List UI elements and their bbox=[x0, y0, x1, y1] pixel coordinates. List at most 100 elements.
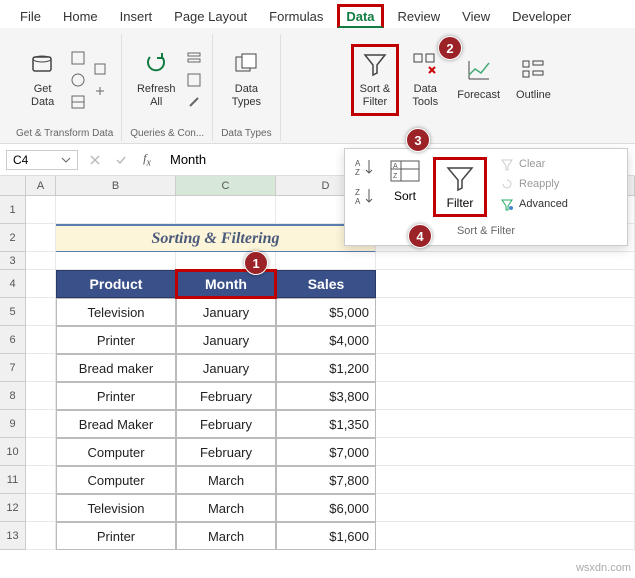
fx-icon[interactable]: fx bbox=[138, 151, 156, 169]
header-sales[interactable]: Sales bbox=[276, 270, 376, 298]
filter-button[interactable]: Filter bbox=[433, 157, 487, 217]
row-header[interactable]: 5 bbox=[0, 298, 26, 326]
forecast-button[interactable]: Forecast bbox=[451, 53, 506, 106]
row-header[interactable]: 1 bbox=[0, 196, 26, 224]
cell-sales[interactable]: $5,000 bbox=[276, 298, 376, 326]
menu-view[interactable]: View bbox=[452, 5, 500, 28]
dropdown-group-label: Sort & Filter bbox=[353, 225, 619, 237]
cell-product[interactable]: Printer bbox=[56, 522, 176, 550]
cell-product[interactable]: Bread Maker bbox=[56, 410, 176, 438]
from-text-icon[interactable] bbox=[69, 49, 87, 67]
table-row: 13 Printer March $1,600 bbox=[0, 522, 635, 550]
refresh-all-button[interactable]: Refresh All bbox=[131, 47, 182, 113]
clear-filter: Clear bbox=[499, 157, 568, 171]
cell-sales[interactable]: $7,000 bbox=[276, 438, 376, 466]
cell-sales[interactable]: $1,200 bbox=[276, 354, 376, 382]
sort-button[interactable]: AZ Sort bbox=[389, 157, 421, 203]
cell-month[interactable]: March bbox=[176, 494, 276, 522]
sort-az-icon[interactable]: AZ bbox=[353, 157, 377, 180]
row-header[interactable]: 2 bbox=[0, 224, 26, 252]
cell-product[interactable]: Printer bbox=[56, 326, 176, 354]
sort-filter-dropdown: AZ ZA AZ Sort Filter Clear Reapply Advan… bbox=[344, 148, 628, 246]
svg-text:Z: Z bbox=[393, 173, 398, 180]
cell-sales[interactable]: $3,800 bbox=[276, 382, 376, 410]
formula-input[interactable]: Month bbox=[164, 152, 206, 167]
cell-product[interactable]: Printer bbox=[56, 382, 176, 410]
queries-icon[interactable] bbox=[185, 49, 203, 67]
advanced-filter[interactable]: Advanced bbox=[499, 197, 568, 211]
cell-month[interactable]: January bbox=[176, 298, 276, 326]
clear-icon bbox=[499, 157, 515, 171]
header-product[interactable]: Product bbox=[56, 270, 176, 298]
header-month[interactable]: Month bbox=[176, 270, 276, 298]
row-header[interactable]: 4 bbox=[0, 270, 26, 298]
svg-text:Z: Z bbox=[355, 168, 360, 177]
edit-links-icon[interactable] bbox=[185, 93, 203, 111]
col-B[interactable]: B bbox=[56, 176, 176, 195]
row-header[interactable]: 6 bbox=[0, 326, 26, 354]
reapply-icon bbox=[499, 177, 515, 191]
row-header[interactable]: 13 bbox=[0, 522, 26, 550]
cell-month[interactable]: February bbox=[176, 410, 276, 438]
cell-product[interactable]: Computer bbox=[56, 438, 176, 466]
menu-data[interactable]: Data bbox=[337, 4, 383, 28]
menu-review[interactable]: Review bbox=[388, 5, 451, 28]
row-header[interactable]: 7 bbox=[0, 354, 26, 382]
col-C[interactable]: C bbox=[176, 176, 276, 195]
cell-month[interactable]: January bbox=[176, 326, 276, 354]
cell-month[interactable]: March bbox=[176, 522, 276, 550]
from-range-icon[interactable] bbox=[69, 93, 87, 111]
menu-home[interactable]: Home bbox=[53, 5, 108, 28]
funnel-icon bbox=[444, 164, 476, 192]
cell-sales[interactable]: $7,800 bbox=[276, 466, 376, 494]
funnel-icon bbox=[361, 51, 389, 79]
row-header[interactable]: 11 bbox=[0, 466, 26, 494]
row-header[interactable]: 3 bbox=[0, 252, 26, 270]
col-A[interactable]: A bbox=[26, 176, 56, 195]
cell-sales[interactable]: $6,000 bbox=[276, 494, 376, 522]
menu-file[interactable]: File bbox=[10, 5, 51, 28]
cell-product[interactable]: Bread maker bbox=[56, 354, 176, 382]
name-box[interactable]: C4 bbox=[6, 150, 78, 170]
cell-product[interactable]: Television bbox=[56, 298, 176, 326]
menu-insert[interactable]: Insert bbox=[110, 5, 163, 28]
cell-month[interactable]: January bbox=[176, 354, 276, 382]
properties-icon[interactable] bbox=[185, 71, 203, 89]
watermark: wsxdn.com bbox=[576, 562, 631, 574]
cell-month[interactable]: February bbox=[176, 382, 276, 410]
table-row: 5 Television January $5,000 bbox=[0, 298, 635, 326]
table-row: 8 Printer February $3,800 bbox=[0, 382, 635, 410]
menu-formulas[interactable]: Formulas bbox=[259, 5, 333, 28]
menu-page-layout[interactable]: Page Layout bbox=[164, 5, 257, 28]
cell-sales[interactable]: $1,600 bbox=[276, 522, 376, 550]
table-row: 7 Bread maker January $1,200 bbox=[0, 354, 635, 382]
cell-month[interactable]: March bbox=[176, 466, 276, 494]
get-data-button[interactable]: Get Data bbox=[21, 47, 65, 113]
data-types-button[interactable]: Data Types bbox=[224, 47, 268, 113]
sort-za-icon[interactable]: ZA bbox=[353, 186, 377, 209]
existing-conn-icon[interactable] bbox=[91, 82, 109, 100]
select-all-corner[interactable] bbox=[0, 176, 26, 195]
from-web-icon[interactable] bbox=[69, 71, 87, 89]
menu-bar: File Home Insert Page Layout Formulas Da… bbox=[0, 0, 635, 28]
sort-filter-button[interactable]: Sort & Filter bbox=[351, 44, 400, 116]
callout-1: 1 bbox=[244, 251, 268, 275]
row-header[interactable]: 8 bbox=[0, 382, 26, 410]
recent-sources-icon[interactable] bbox=[91, 60, 109, 78]
row-header[interactable]: 9 bbox=[0, 410, 26, 438]
cell-sales[interactable]: $1,350 bbox=[276, 410, 376, 438]
data-tools-button[interactable]: Data Tools bbox=[403, 47, 447, 113]
svg-text:A: A bbox=[393, 163, 398, 170]
accept-icon[interactable] bbox=[112, 151, 130, 169]
menu-developer[interactable]: Developer bbox=[502, 5, 581, 28]
cell-product[interactable]: Computer bbox=[56, 466, 176, 494]
row-header[interactable]: 10 bbox=[0, 438, 26, 466]
cancel-icon[interactable] bbox=[86, 151, 104, 169]
table-row: 9 Bread Maker February $1,350 bbox=[0, 410, 635, 438]
row-header[interactable]: 12 bbox=[0, 494, 26, 522]
cell-month[interactable]: February bbox=[176, 438, 276, 466]
outline-button[interactable]: Outline bbox=[510, 53, 557, 106]
cell-sales[interactable]: $4,000 bbox=[276, 326, 376, 354]
callout-3: 3 bbox=[406, 128, 430, 152]
cell-product[interactable]: Television bbox=[56, 494, 176, 522]
